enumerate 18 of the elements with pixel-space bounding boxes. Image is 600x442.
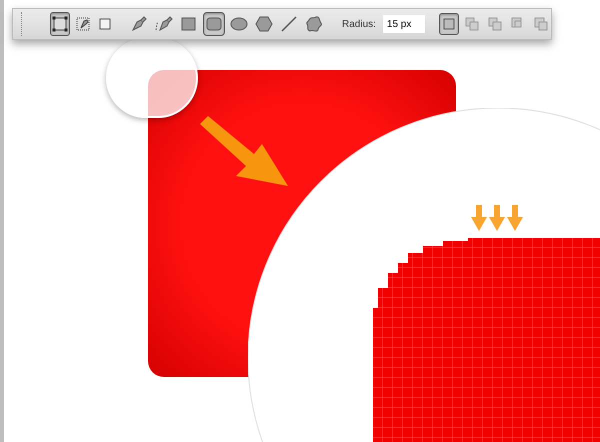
tool-button[interactable] bbox=[203, 12, 225, 36]
paths-icon bbox=[74, 15, 92, 33]
pen-icon bbox=[129, 14, 149, 34]
fill-pixels-icon bbox=[97, 16, 113, 32]
shape-area-button[interactable] bbox=[438, 13, 459, 35]
radius-field[interactable]: 15 px bbox=[382, 15, 425, 33]
shape-area-icon bbox=[486, 15, 504, 33]
shape-layers-icon bbox=[51, 15, 69, 33]
shape-area-icon bbox=[462, 15, 481, 33]
radius-label: Radius: bbox=[342, 18, 376, 32]
freeform-pen-icon bbox=[154, 14, 174, 34]
shape-area-icon bbox=[532, 15, 550, 33]
grip-handle[interactable] bbox=[21, 12, 22, 36]
down-arrows-icon bbox=[471, 205, 525, 231]
custom-shape-icon bbox=[304, 14, 324, 34]
mode-button[interactable] bbox=[50, 12, 70, 36]
line-icon bbox=[279, 14, 299, 34]
polygon-icon bbox=[254, 14, 274, 34]
